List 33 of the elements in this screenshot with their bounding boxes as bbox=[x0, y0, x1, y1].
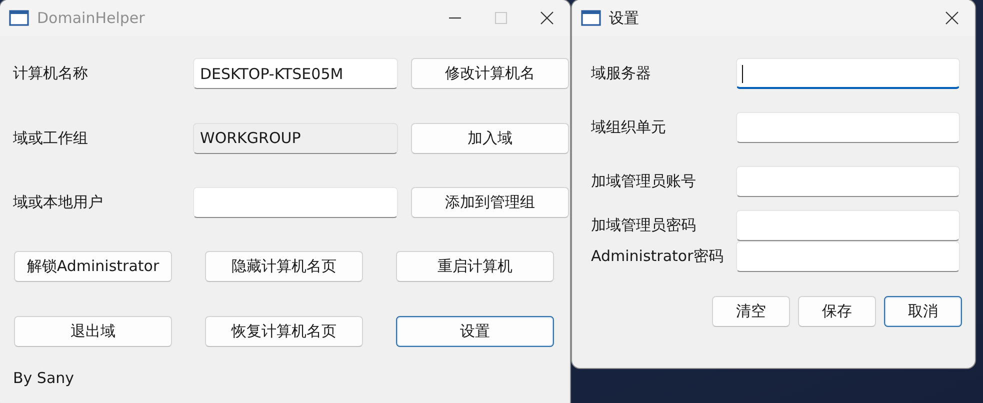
field-label: 域或本地用户 bbox=[13, 193, 104, 212]
input-field[interactable] bbox=[736, 58, 960, 89]
window-icon bbox=[9, 10, 29, 26]
window-title: 设置 bbox=[609, 8, 639, 28]
input-field[interactable]: DESKTOP-KTSE05M bbox=[193, 58, 398, 89]
field-label: 加域管理员密码 bbox=[591, 216, 697, 235]
input-field[interactable] bbox=[736, 166, 960, 197]
input-field[interactable] bbox=[736, 241, 960, 272]
close-icon[interactable] bbox=[945, 11, 959, 25]
input-field[interactable] bbox=[736, 112, 960, 143]
button[interactable]: 退出域 bbox=[14, 316, 172, 346]
input-field[interactable] bbox=[193, 187, 398, 218]
button[interactable]: 取消 bbox=[884, 296, 962, 327]
field-label: 计算机名称 bbox=[13, 64, 89, 83]
window-title: DomainHelper bbox=[37, 9, 145, 27]
button[interactable]: 保存 bbox=[798, 296, 876, 327]
button[interactable]: 清空 bbox=[712, 296, 790, 327]
input-field[interactable] bbox=[736, 210, 960, 241]
field-label: 域组织单元 bbox=[591, 118, 667, 137]
field-label: 加域管理员账号 bbox=[591, 172, 697, 191]
close-icon[interactable] bbox=[540, 11, 554, 25]
button[interactable]: 设置 bbox=[396, 316, 554, 346]
author-credit: By Sany bbox=[13, 368, 74, 386]
button[interactable]: 修改计算机名 bbox=[411, 58, 569, 89]
button[interactable]: 恢复计算机名页 bbox=[205, 316, 363, 346]
button[interactable]: 解锁Administrator bbox=[14, 251, 172, 282]
field-label: Administrator密码 bbox=[591, 247, 724, 266]
window-icon bbox=[581, 10, 601, 26]
button[interactable]: 重启计算机 bbox=[396, 251, 554, 282]
button[interactable]: 隐藏计算机名页 bbox=[205, 251, 363, 282]
field-label: 域或工作组 bbox=[13, 128, 89, 148]
button[interactable]: 添加到管理组 bbox=[411, 187, 569, 218]
field-label: 域服务器 bbox=[591, 64, 652, 83]
